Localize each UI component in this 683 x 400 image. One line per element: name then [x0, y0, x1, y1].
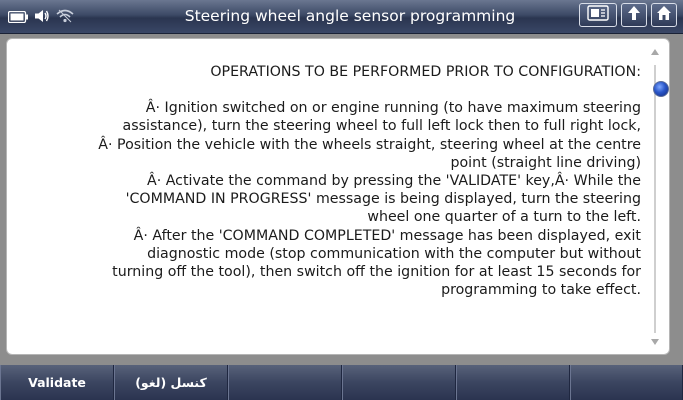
vertical-scrollbar[interactable]: [648, 45, 669, 349]
function-button-5[interactable]: [456, 365, 570, 400]
scroll-up-arrow-icon[interactable]: [651, 49, 659, 55]
back-button[interactable]: [621, 3, 647, 27]
top-buttons: [579, 3, 677, 27]
validate-button[interactable]: Validate: [0, 365, 114, 400]
function-button-6[interactable]: [570, 365, 683, 400]
function-button-4[interactable]: [342, 365, 456, 400]
battery-icon: [7, 8, 28, 27]
speaker-icon: [34, 8, 50, 27]
home-icon: [656, 5, 672, 25]
scroll-down-arrow-icon[interactable]: [651, 339, 659, 345]
scroll-thumb[interactable]: [653, 81, 669, 97]
status-icons: [7, 8, 74, 27]
content-panel: OPERATIONS TO BE PERFORMED PRIOR TO CONF…: [6, 38, 670, 355]
instructions-body: Â· Ignition switched on or engine runnin…: [98, 100, 641, 299]
cancel-button[interactable]: كنسل (لغو): [114, 365, 228, 400]
home-button[interactable]: [651, 3, 677, 27]
function-button-3[interactable]: [228, 365, 342, 400]
bottom-button-bar: Validate كنسل (لغو): [0, 365, 683, 400]
wifi-icon: [56, 8, 74, 27]
title-bar: Steering wheel angle sensor programming: [0, 0, 683, 34]
screen-button[interactable]: [579, 3, 617, 27]
instructions-heading: OPERATIONS TO BE PERFORMED PRIOR TO CONF…: [210, 64, 641, 80]
scroll-track[interactable]: [653, 65, 669, 333]
instructions-text: OPERATIONS TO BE PERFORMED PRIOR TO CONF…: [13, 63, 641, 299]
screen-icon: [587, 5, 609, 25]
back-up-icon: [626, 5, 642, 25]
window-title: Steering wheel angle sensor programming: [184, 7, 516, 25]
